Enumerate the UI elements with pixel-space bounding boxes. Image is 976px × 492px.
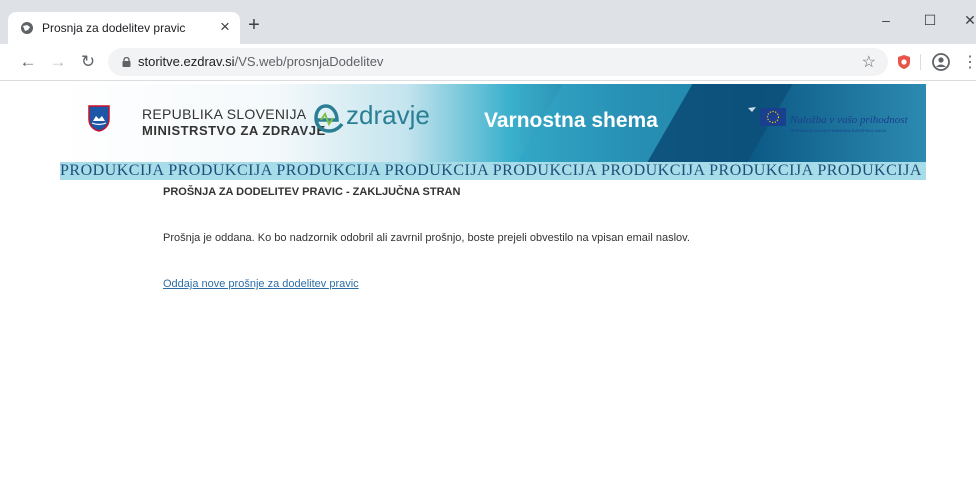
maximize-icon[interactable]: ☐ [912, 10, 948, 30]
lock-icon [122, 57, 131, 67]
back-icon[interactable]: ← [18, 52, 38, 72]
browser-toolbar: ← → ↻ storitve.ezdrav.si/VS.web/prosnjaD… [0, 44, 976, 81]
ezdravje-logo-icon [314, 104, 344, 133]
browser-tab[interactable]: Prosnja za dodelitev pravic × [8, 12, 240, 44]
close-window-icon[interactable]: ✕ [952, 10, 976, 30]
site-banner: REPUBLIKA SLOVENIJA MINISTRSTVO ZA ZDRAV… [60, 84, 926, 162]
eu-subtext: OPERACIJO DELNO FINANCIRA EVROPSKA UNIJA [790, 128, 887, 133]
minimize-icon[interactable]: – [868, 10, 904, 30]
eu-slogan: Naložba v vašo prihodnost [790, 114, 908, 126]
new-tab-icon[interactable]: + [244, 15, 264, 35]
ministry-label: MINISTRSTVO ZA ZDRAVJE [142, 123, 326, 138]
url-text: storitve.ezdrav.si/VS.web/prosnjaDodelit… [138, 54, 383, 69]
page-title: PROŠNJA ZA DODELITEV PRAVIC - ZAKLJUČNA … [163, 186, 461, 198]
toolbar-divider [920, 54, 921, 70]
ezdravje-logo-text: zdravje [346, 100, 430, 130]
republic-label: REPUBLIKA SLOVENIJA [142, 106, 307, 122]
environment-band: PRODUKCIJA PRODUKCIJA PRODUKCIJA PRODUKC… [60, 162, 926, 180]
forward-icon[interactable]: → [48, 52, 68, 72]
new-request-link[interactable]: Oddaja nove prošnje za dodelitev pravic [163, 278, 359, 290]
tab-title: Prosnja za dodelitev pravic [42, 21, 186, 35]
profile-icon[interactable] [932, 53, 950, 71]
bookmark-star-icon[interactable]: ☆ [862, 52, 876, 72]
environment-label: PRODUKCIJA PRODUKCIJA PRODUKCIJA PRODUKC… [60, 162, 922, 179]
menu-icon[interactable]: ⋮ [962, 52, 976, 72]
globe-icon [21, 22, 33, 34]
shield-extension-icon[interactable] [896, 54, 912, 70]
coat-of-arms-icon [88, 105, 110, 132]
url-path: /VS.web/prosnjaDodelitev [234, 54, 384, 69]
eu-flag-icon [748, 107, 786, 126]
confirmation-message: Prošnja je oddana. Ko bo nadzornik odobr… [163, 232, 690, 244]
browser-tabstrip: Prosnja za dodelitev pravic × + – ☐ ✕ [0, 0, 976, 44]
reload-icon[interactable]: ↻ [78, 52, 98, 72]
url-domain: storitve.ezdrav.si [138, 54, 235, 69]
address-bar[interactable]: storitve.ezdrav.si/VS.web/prosnjaDodelit… [108, 48, 888, 76]
tab-close-icon[interactable]: × [216, 17, 234, 37]
scheme-title: Varnostna shema [484, 109, 658, 132]
